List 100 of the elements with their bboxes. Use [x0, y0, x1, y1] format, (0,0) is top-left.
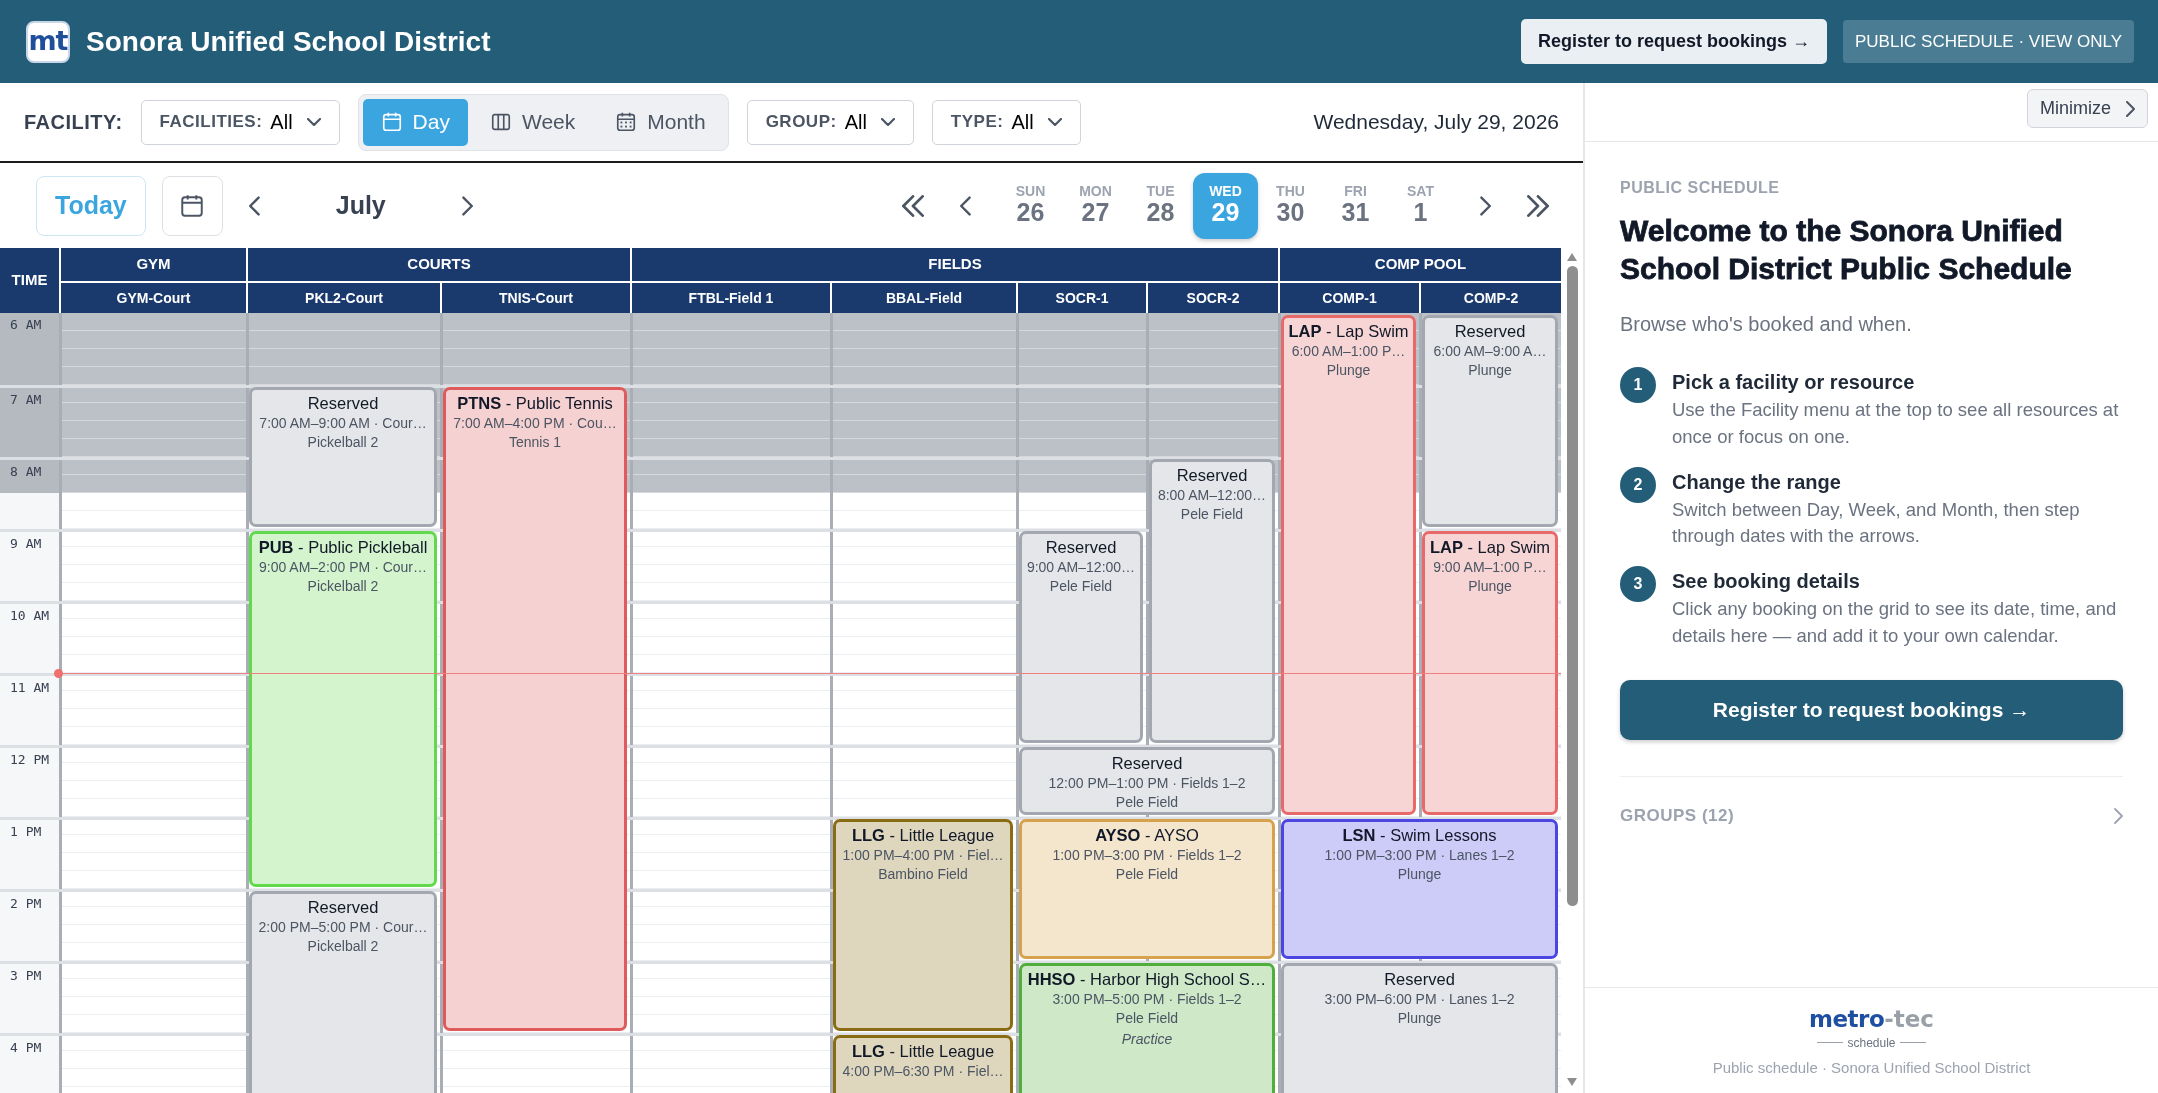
booking-title: Reserved [1110, 753, 1184, 774]
panel-heading: Welcome to the Sonora Unified School District Public Schedule [1620, 213, 2073, 287]
booking-title: LLG - Little League [850, 825, 996, 846]
columns-icon [489, 111, 512, 133]
booking-title: PUB - Public Pickleball [257, 537, 429, 558]
booking-block[interactable]: Reserved 8:00 AM–12:00… Pele Field [1149, 459, 1275, 743]
logo-tagline: schedule [1847, 1036, 1896, 1049]
booking-time: 8:00 AM–12:00… [1156, 485, 1268, 505]
chevron-right-icon [2113, 807, 2123, 824]
app-title: Sonora Unified School District [86, 24, 491, 59]
booking-location: Pele Field [1179, 505, 1245, 525]
booking-block[interactable]: LLG - Little League 4:00 PM–6:30 PM · Fiel… [833, 1035, 1013, 1093]
booking-block[interactable]: LAP - Lap Swim 9:00 AM–1:00 P… Plunge [1422, 531, 1558, 815]
resource-header: COMP-1 [1278, 281, 1419, 313]
panel-eyebrow: PUBLIC SCHEDULE [1620, 178, 1781, 198]
step-text: Use the Facility menu at the top to see all resources at once or focus on one. [1672, 398, 2120, 449]
day-selector[interactable]: FRI 31 [1323, 172, 1388, 239]
booking-title: LAP - Lap Swim [1429, 537, 1551, 558]
resource-header: GYM-Court [59, 281, 246, 313]
current-date: Wednesday, July 29, 2026 [1313, 109, 1559, 136]
scroll-up-icon [1566, 252, 1578, 262]
booking-location: Plunge [1325, 361, 1372, 381]
register-button[interactable]: Register to request bookings → [1620, 679, 2123, 740]
booking-title: Reserved [306, 897, 380, 918]
chevron-right-icon [2125, 100, 2135, 117]
next-day-icon [1479, 195, 1491, 216]
booking-block[interactable]: Reserved 7:00 AM–9:00 AM · Cour… Pickelball 2 [249, 387, 437, 527]
view-tab[interactable]: Week [471, 98, 594, 146]
booking-time: 7:00 AM–4:00 PM · Cou… [452, 413, 618, 433]
step-title: See booking details [1672, 569, 1861, 595]
booking-time: 9:00 AM–1:00 P… [1432, 557, 1548, 577]
chevron-down-icon [306, 118, 321, 126]
day-selector[interactable]: THU 30 [1258, 172, 1323, 239]
step-text: Switch between Day, Week, and Month, then step through dates with the arrows. [1672, 497, 2081, 549]
type-dropdown[interactable]: TYPE: All [931, 99, 1081, 145]
booking-block[interactable]: AYSO - AYSO 1:00 PM–3:00 PM · Fields 1–2 Pele Field [1019, 819, 1275, 959]
booking-block[interactable]: Reserved 6:00 AM–9:00 A… Plunge [1422, 315, 1558, 527]
step-number: 1 [1620, 367, 1656, 403]
booking-location: Pele Field [1114, 793, 1180, 812]
resource-header: BBAL-Field [830, 281, 1016, 313]
booking-block[interactable]: LAP - Lap Swim 6:00 AM–1:00 P… Plunge [1281, 315, 1416, 815]
resource-header: COMP-2 [1419, 281, 1561, 313]
panel-intro: Browse who's booked and when. [1620, 312, 1913, 337]
date-picker-button[interactable] [161, 175, 223, 236]
booking-location: Pickelball 2 [306, 433, 380, 453]
group-header: COMP POOL [1278, 248, 1561, 281]
booking-block[interactable]: Reserved 2:00 PM–5:00 PM · Cour… Pickelball 2 [249, 891, 437, 1093]
booking-block[interactable]: Reserved 3:00 PM–6:00 PM · Lanes 1–2 Plunge [1281, 963, 1558, 1093]
booking-block[interactable]: HHSO - Harbor High School S… 3:00 PM–5:00 PM · Fields 1–2 Pele Field Practice [1019, 963, 1275, 1093]
calendar-icon [179, 192, 206, 219]
booking-location: Bambino Field [877, 865, 969, 885]
booking-time: 6:00 AM–1:00 P… [1290, 341, 1407, 361]
booking-title: LLG - Little League [850, 1041, 996, 1062]
resource-header: SOCR-2 [1146, 281, 1278, 313]
step-number: 3 [1620, 566, 1656, 603]
booking-block[interactable]: LLG - Little League 1:00 PM–4:00 PM · Fiel… Bambino Field [833, 819, 1013, 1031]
calendar-icon [380, 111, 403, 133]
day-selector[interactable]: SAT 1 [1388, 172, 1453, 239]
chevron-down-icon [1047, 118, 1062, 126]
last-week-icon [1527, 194, 1549, 217]
booking-title: AYSO - AYSO [1094, 825, 1200, 846]
facilities-dropdown[interactable]: FACILITIES: All [140, 99, 340, 145]
group-header: GYM [59, 248, 246, 281]
minimize-button[interactable]: Minimize [2027, 89, 2148, 128]
booking-location: Pickelball 2 [306, 937, 380, 957]
booking-time: 7:00 AM–9:00 AM · Cour… [258, 413, 428, 433]
register-button[interactable]: Register to request bookings → [1520, 19, 1827, 64]
booking-block[interactable]: PUB - Public Pickleball 9:00 AM–2:00 PM · Cour… Pickelball 2 [249, 531, 437, 887]
booking-title: Reserved [1383, 969, 1456, 990]
booking-time: 6:00 AM–9:00 A… [1432, 341, 1548, 361]
time-label: 8 AM [0, 457, 59, 493]
day-selector[interactable]: MON 27 [1063, 172, 1128, 239]
booking-title: Reserved [1175, 465, 1249, 486]
booking-location: Tennis 1 [507, 433, 563, 453]
booking-title: Reserved [306, 393, 380, 414]
resource-header: SOCR-1 [1016, 281, 1146, 313]
view-tab[interactable]: Month [597, 98, 724, 146]
group-header: COURTS [246, 248, 630, 281]
booking-block[interactable]: Reserved 9:00 AM–12:00… Pele Field [1019, 531, 1143, 743]
booking-location: Plunge [1467, 577, 1513, 597]
time-label: 6 AM [0, 313, 59, 385]
booking-time: 1:00 PM–3:00 PM · Fields 1–2 [1051, 845, 1243, 865]
time-header: TIME [0, 248, 59, 313]
booking-time: 9:00 AM–12:00… [1026, 557, 1136, 577]
day-selector[interactable]: SUN 26 [998, 172, 1063, 239]
booking-title: LSN - Swim Lessons [1341, 825, 1498, 846]
booking-block[interactable]: LSN - Swim Lessons 1:00 PM–3:00 PM · Lanes 1–2 Plunge [1281, 819, 1558, 959]
view-only-badge: PUBLIC SCHEDULE · VIEW ONLY [1842, 19, 2134, 64]
booking-block[interactable]: PTNS - Public Tennis 7:00 AM–4:00 PM · Cou… Tennis 1 [443, 387, 627, 1031]
facility-label: FACILITY: [24, 110, 123, 135]
booking-time: 4:00 PM–6:30 PM · Fiel… [841, 1061, 1005, 1081]
booking-time: 2:00 PM–5:00 PM · Cour… [257, 917, 429, 937]
step-title: Change the range [1672, 469, 1842, 495]
booking-location: Pickelball 2 [306, 577, 380, 597]
booking-block[interactable]: Reserved 12:00 PM–1:00 PM · Fields 1–2 Pele Field [1019, 747, 1275, 815]
day-selector[interactable]: TUE 28 [1128, 172, 1193, 239]
step-number: 2 [1620, 466, 1656, 503]
booking-time: 9:00 AM–2:00 PM · Cour… [257, 557, 429, 577]
group-dropdown[interactable]: GROUP: All [746, 99, 914, 145]
resource-header: FTBL-Field 1 [630, 281, 830, 313]
